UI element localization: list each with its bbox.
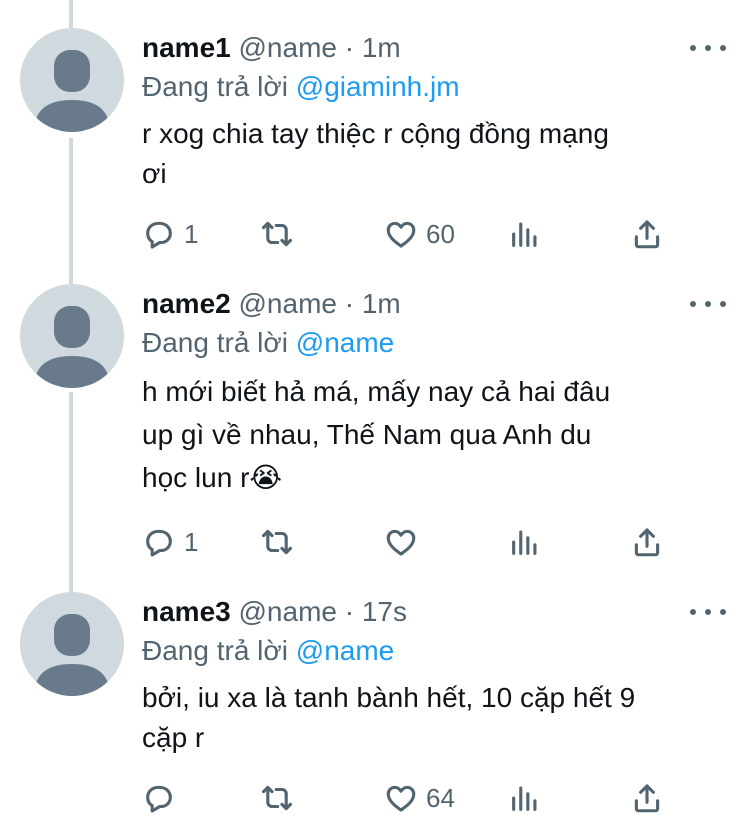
retweet-icon bbox=[261, 221, 293, 247]
replying-to-label: Đang trả lời bbox=[142, 71, 296, 102]
tweet-actions: 1 60 bbox=[142, 214, 750, 254]
like-button[interactable] bbox=[384, 522, 426, 562]
reply-button[interactable]: 1 bbox=[142, 214, 198, 254]
like-count: 60 bbox=[426, 218, 455, 249]
tweet-text-line: h mới biết hả má, mấy nay cả hai đâu bbox=[142, 376, 611, 407]
thread-line bbox=[69, 392, 73, 592]
reply-icon bbox=[146, 785, 172, 813]
more-horizontal-icon[interactable] bbox=[690, 292, 726, 316]
views-button[interactable] bbox=[508, 522, 542, 562]
thread-line bbox=[69, 138, 73, 284]
timestamp[interactable]: 17s bbox=[362, 596, 407, 627]
display-name[interactable]: name1 bbox=[142, 32, 231, 63]
retweet-button[interactable] bbox=[260, 214, 302, 254]
tweet-text-line: học lun r😭 bbox=[142, 462, 283, 493]
separator: · bbox=[336, 596, 362, 627]
default-avatar-icon bbox=[34, 50, 110, 132]
like-button[interactable]: 60 bbox=[384, 214, 455, 254]
retweet-button[interactable] bbox=[260, 778, 302, 818]
mention-link[interactable]: @giaminh.jm bbox=[296, 71, 460, 102]
mention-link[interactable]: @name bbox=[296, 327, 394, 358]
tweet-header: name1 @name · 1m bbox=[142, 28, 726, 68]
tweet-text-line: ơi bbox=[142, 158, 167, 189]
display-name[interactable]: name2 bbox=[142, 288, 231, 319]
default-avatar-icon bbox=[34, 306, 110, 388]
reply-button[interactable] bbox=[142, 778, 184, 818]
heart-icon bbox=[386, 221, 416, 248]
tweet-text-line: up gì về nhau, Thế Nam qua Anh du bbox=[142, 419, 592, 450]
separator: · bbox=[336, 288, 362, 319]
reply-count: 1 bbox=[184, 526, 199, 557]
heart-icon bbox=[386, 529, 416, 556]
tweet-actions: 1 bbox=[142, 522, 750, 562]
avatar[interactable] bbox=[20, 28, 124, 132]
replying-to: Đang trả lời @name bbox=[142, 632, 726, 670]
thread-line bbox=[69, 0, 73, 28]
tweet-header: name2 @name · 1m bbox=[142, 284, 726, 324]
tweet-header: name3 @name · 17s bbox=[142, 592, 726, 632]
more-horizontal-icon[interactable] bbox=[690, 36, 726, 60]
analytics-icon bbox=[512, 530, 537, 555]
share-button[interactable] bbox=[630, 214, 664, 254]
like-button[interactable]: 64 bbox=[384, 778, 455, 818]
replying-to: Đang trả lời @giaminh.jm bbox=[142, 68, 726, 106]
heart-icon bbox=[386, 785, 416, 812]
retweet-button[interactable] bbox=[260, 522, 302, 562]
reply-button[interactable]: 1 bbox=[142, 522, 198, 562]
share-icon bbox=[634, 784, 660, 813]
default-avatar-icon bbox=[34, 614, 110, 696]
handle[interactable]: @name bbox=[239, 596, 337, 627]
replying-to-label: Đang trả lời bbox=[142, 327, 296, 358]
tweet-text: h mới biết hả má, mấy nay cả hai đâu up … bbox=[142, 370, 726, 499]
share-button[interactable] bbox=[630, 778, 664, 818]
handle[interactable]: @name bbox=[239, 32, 337, 63]
display-name[interactable]: name3 bbox=[142, 596, 231, 627]
separator: · bbox=[336, 32, 362, 63]
tweet-text: bởi, iu xa là tanh bành hết, 10 cặp hết … bbox=[142, 678, 726, 758]
timestamp[interactable]: 1m bbox=[362, 32, 401, 63]
tweet-text-line: bởi, iu xa là tanh bành hết, 10 cặp hết … bbox=[142, 682, 636, 713]
tweet-text-line: r xog chia tay thiệc r cộng đồng mạng bbox=[142, 118, 609, 149]
replying-to: Đang trả lời @name bbox=[142, 324, 726, 362]
avatar[interactable] bbox=[20, 284, 124, 388]
reply-icon bbox=[146, 221, 172, 249]
share-icon bbox=[634, 220, 660, 249]
tweet-text: r xog chia tay thiệc r cộng đồng mạng ơi bbox=[142, 114, 726, 194]
analytics-icon bbox=[512, 222, 537, 247]
views-button[interactable] bbox=[508, 778, 542, 818]
share-icon bbox=[634, 528, 660, 557]
analytics-icon bbox=[512, 786, 537, 811]
replying-to-label: Đang trả lời bbox=[142, 635, 296, 666]
mention-link[interactable]: @name bbox=[296, 635, 394, 666]
share-button[interactable] bbox=[630, 522, 664, 562]
handle[interactable]: @name bbox=[239, 288, 337, 319]
timestamp[interactable]: 1m bbox=[362, 288, 401, 319]
retweet-icon bbox=[261, 529, 293, 555]
tweet-actions: 64 bbox=[142, 778, 750, 818]
tweet-text-line: cặp r bbox=[142, 722, 205, 753]
views-button[interactable] bbox=[508, 214, 542, 254]
retweet-icon bbox=[261, 785, 293, 811]
reply-icon bbox=[146, 529, 172, 557]
like-count: 64 bbox=[426, 782, 455, 813]
avatar[interactable] bbox=[20, 592, 124, 696]
reply-count: 1 bbox=[184, 218, 199, 249]
more-horizontal-icon[interactable] bbox=[690, 600, 726, 624]
